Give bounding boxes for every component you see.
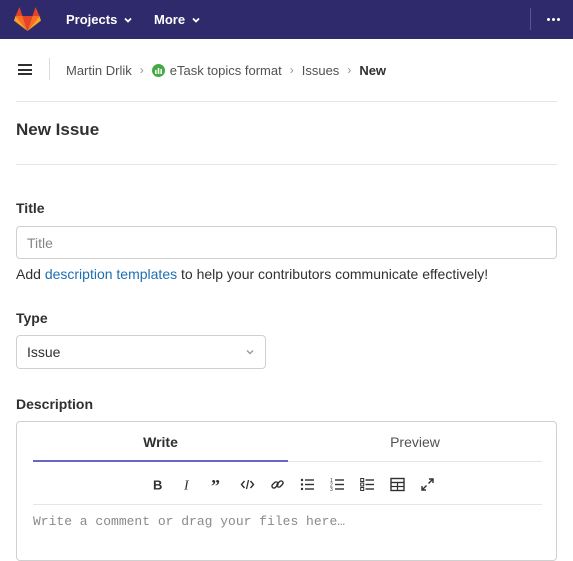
nav-projects-dropdown[interactable]: Projects <box>66 0 133 39</box>
type-label: Type <box>16 310 48 326</box>
toolbar-divider <box>33 504 542 505</box>
sidebar-toggle-icon[interactable] <box>18 64 32 75</box>
divider <box>16 164 557 165</box>
nav-more-dropdown[interactable]: More <box>154 0 201 39</box>
description-templates-help: Add description templates to help your c… <box>16 266 488 282</box>
breadcrumb-user-link[interactable]: Martin Drlik <box>66 63 132 78</box>
breadcrumb-issues-link[interactable]: Issues <box>302 63 340 78</box>
italic-icon[interactable]: I <box>172 474 202 494</box>
markdown-editor: Write Preview B I ” 123 <box>16 421 557 561</box>
description-templates-link[interactable]: description templates <box>45 266 177 282</box>
help-prefix: Add <box>16 266 45 282</box>
nav-divider <box>530 8 531 30</box>
project-avatar-icon <box>151 63 165 77</box>
gitlab-logo-icon[interactable] <box>14 7 41 32</box>
svg-text:I: I <box>183 478 190 492</box>
tab-preview[interactable]: Preview <box>288 422 542 462</box>
breadcrumb: Martin Drlik › eTask topics format › Iss… <box>66 62 386 78</box>
breadcrumb-current[interactable]: New <box>359 63 386 78</box>
chevron-down-icon <box>192 17 200 23</box>
chevron-down-icon <box>124 17 132 23</box>
svg-text:3: 3 <box>330 487 333 492</box>
code-icon[interactable] <box>232 474 262 494</box>
divider <box>16 101 557 102</box>
help-suffix: to help your contributors communicate ef… <box>177 266 489 282</box>
breadcrumb-divider <box>49 58 50 80</box>
type-select-value: Issue <box>27 344 61 360</box>
nav-more-label: More <box>154 12 186 27</box>
chevron-right-icon: › <box>347 63 352 77</box>
chevron-right-icon: › <box>289 63 294 77</box>
page-title: New Issue <box>16 120 100 139</box>
table-icon[interactable] <box>382 474 412 494</box>
description-textarea[interactable] <box>33 514 542 554</box>
title-input[interactable] <box>16 226 557 259</box>
description-label: Description <box>16 396 94 412</box>
fullscreen-icon[interactable] <box>412 474 442 494</box>
title-label: Title <box>16 200 45 216</box>
breadcrumb-project-link[interactable]: eTask topics format <box>170 63 282 78</box>
active-tab-indicator <box>33 460 288 462</box>
link-icon[interactable] <box>262 474 292 494</box>
tab-divider <box>288 461 542 462</box>
markdown-toolbar: B I ” 123 <box>142 474 442 494</box>
top-navbar: Projects More <box>0 0 573 39</box>
svg-text:”: ” <box>211 477 220 492</box>
more-options-icon[interactable] <box>545 12 561 26</box>
numbered-list-icon[interactable]: 123 <box>322 474 352 494</box>
task-list-icon[interactable] <box>352 474 382 494</box>
type-select[interactable]: Issue <box>16 335 266 369</box>
svg-text:B: B <box>153 477 162 492</box>
chevron-down-icon <box>246 350 254 355</box>
bullet-list-icon[interactable] <box>292 474 322 494</box>
bold-icon[interactable]: B <box>142 474 172 494</box>
tab-write[interactable]: Write <box>33 422 288 462</box>
nav-projects-label: Projects <box>66 12 118 27</box>
quote-icon[interactable]: ” <box>202 474 232 494</box>
chevron-right-icon: › <box>139 63 144 77</box>
